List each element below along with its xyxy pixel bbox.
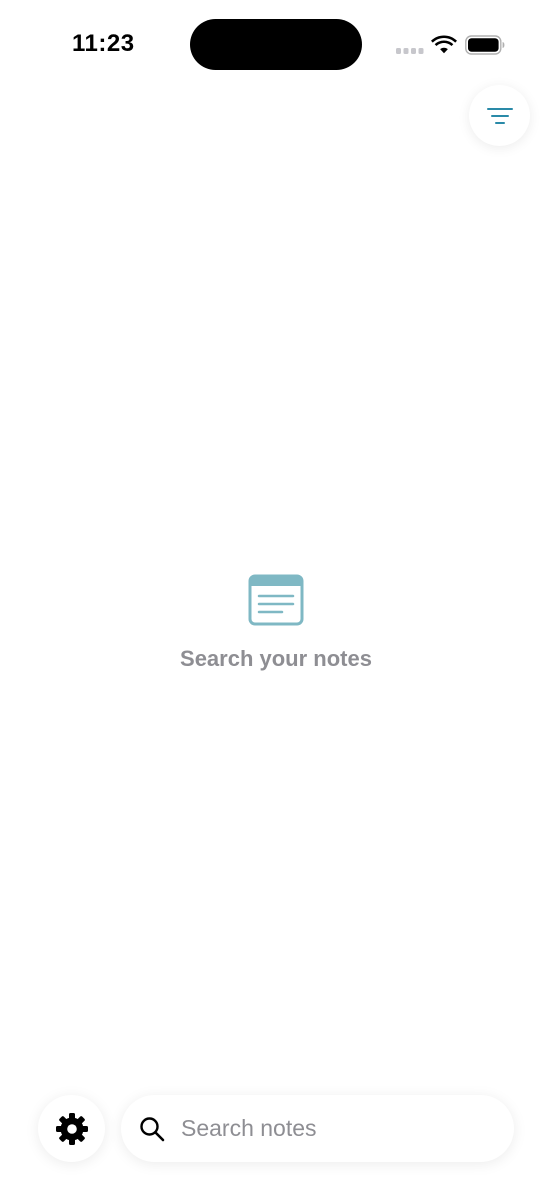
bottom-bar (0, 1092, 552, 1164)
gear-icon (55, 1112, 88, 1145)
status-time: 11:23 (72, 30, 135, 57)
dynamic-island (190, 19, 362, 70)
status-bar: 11:23 (0, 0, 552, 90)
empty-state: Search your notes (0, 574, 552, 672)
filter-button[interactable] (469, 85, 530, 146)
filter-lines-icon (486, 107, 513, 124)
search-input[interactable] (179, 1114, 483, 1143)
cellular-signal-icon (396, 48, 424, 54)
empty-state-message: Search your notes (180, 646, 372, 671)
settings-button[interactable] (38, 1095, 105, 1162)
search-icon (140, 1116, 165, 1141)
wifi-icon (431, 35, 457, 54)
search-bar[interactable] (121, 1095, 514, 1162)
battery-icon (465, 35, 505, 55)
notes-icon (248, 574, 304, 626)
